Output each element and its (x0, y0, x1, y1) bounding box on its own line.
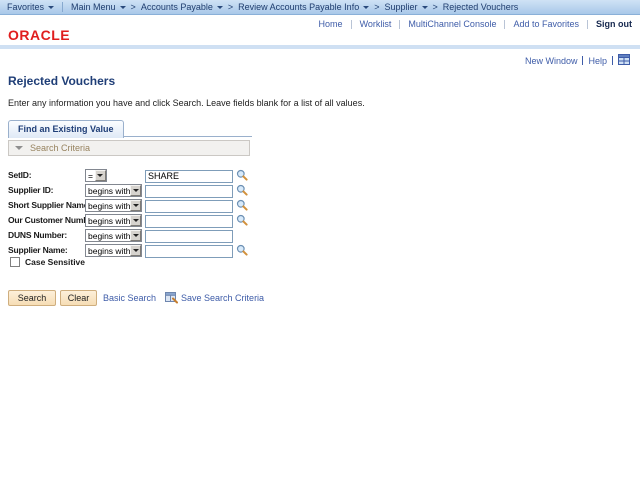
help-link[interactable]: Help (588, 56, 607, 66)
action-bar: Search Clear Basic Search Save Search Cr… (8, 290, 264, 306)
field-label: Short Supplier Name: (8, 200, 91, 210)
breadcrumb-item-rejected-vouchers: Rejected Vouchers (442, 2, 519, 12)
add-to-favorites-link[interactable]: Add to Favorites (513, 19, 579, 29)
search-criteria-label: Search Criteria (30, 143, 91, 153)
field-label: Our Customer Number: (8, 215, 99, 225)
case-sensitive-row: Case Sensitive (10, 257, 85, 267)
select-arrow-icon[interactable] (130, 245, 141, 256)
new-window-grid-icon[interactable] (618, 54, 630, 67)
breadcrumb-item-accounts-payable[interactable]: Accounts Payable (141, 2, 223, 12)
chevron-down-icon (119, 6, 126, 9)
main-menu-label: Main Menu (71, 2, 116, 12)
sign-out-link[interactable]: Sign out (596, 19, 632, 29)
clear-button[interactable]: Clear (60, 290, 97, 306)
chevron-down-icon (216, 6, 223, 9)
save-search-criteria-link[interactable]: Save Search Criteria (181, 293, 264, 303)
field-row-short-supplier-name: Short Supplier Name: begins with (8, 198, 278, 213)
instruction-text: Enter any information you have and click… (8, 98, 365, 108)
page: Favorites Main Menu > Accounts Payable >… (0, 0, 640, 480)
field-label: Supplier ID: (8, 185, 54, 195)
field-row-supplier-id: Supplier ID: begins with (8, 183, 278, 198)
chevron-down-icon (48, 6, 55, 9)
divider (582, 56, 584, 65)
field-label: Supplier Name: (8, 245, 68, 255)
select-arrow-icon[interactable] (130, 185, 141, 196)
tab-bar: Find an Existing Value (8, 119, 252, 138)
chevron-down-icon (363, 6, 370, 9)
select-arrow-icon[interactable] (130, 230, 141, 241)
lookup-icon[interactable] (236, 244, 248, 256)
collapse-triangle-icon (15, 146, 23, 150)
breadcrumb-separator: > (374, 2, 380, 12)
header-divider-band (0, 45, 640, 49)
breadcrumb-separator: > (432, 2, 438, 12)
case-sensitive-label: Case Sensitive (25, 257, 86, 267)
divider (612, 56, 613, 65)
divider (62, 2, 64, 12)
field-row-our-customer-number: Our Customer Number: begins with (8, 213, 278, 228)
page-links: New Window Help (525, 54, 630, 67)
search-button[interactable]: Search (8, 290, 56, 306)
breadcrumb-separator: > (227, 2, 234, 12)
lookup-icon[interactable] (236, 199, 248, 211)
breadcrumb-separator: > (130, 2, 136, 12)
page-title: Rejected Vouchers (8, 74, 116, 88)
select-arrow-icon[interactable] (130, 215, 141, 226)
save-search-icon[interactable] (165, 292, 179, 304)
field-label: SetID: (8, 170, 32, 180)
favorites-label: Favorites (7, 2, 45, 12)
divider (399, 19, 401, 29)
tab-find-existing-value[interactable]: Find an Existing Value (8, 120, 124, 138)
field-row-duns-number: DUNS Number: begins with (8, 228, 278, 243)
supplier-name-input[interactable] (145, 244, 233, 258)
lookup-icon[interactable] (236, 214, 248, 226)
divider (504, 19, 506, 29)
breadcrumb-item-supplier[interactable]: Supplier (384, 2, 428, 12)
home-link[interactable]: Home (319, 19, 343, 29)
lookup-icon[interactable] (236, 184, 248, 196)
field-row-setid: SetID: = (8, 168, 278, 183)
basic-search-link[interactable]: Basic Search (103, 293, 156, 303)
main-menu[interactable]: Main Menu (71, 2, 126, 12)
chevron-down-icon (421, 6, 428, 9)
favorites-menu[interactable]: Favorites (7, 2, 55, 12)
divider (350, 19, 352, 29)
masthead: Home Worklist MultiChannel Console Add t… (0, 15, 640, 45)
breadcrumb: Favorites Main Menu > Accounts Payable >… (0, 0, 640, 15)
case-sensitive-checkbox[interactable] (10, 257, 20, 267)
lookup-icon[interactable] (236, 169, 248, 181)
worklist-link[interactable]: Worklist (360, 19, 392, 29)
multichannel-console-link[interactable]: MultiChannel Console (408, 19, 496, 29)
select-arrow-icon[interactable] (130, 200, 141, 211)
divider (587, 19, 588, 29)
select-arrow-icon[interactable] (94, 170, 106, 181)
new-window-link[interactable]: New Window (525, 56, 578, 66)
operator-select[interactable]: begins with (85, 244, 142, 257)
field-row-supplier-name: Supplier Name: begins with (8, 243, 278, 258)
search-criteria-header[interactable]: Search Criteria (8, 140, 250, 156)
search-form: SetID: = Supplier ID: begins with Short … (8, 168, 278, 258)
oracle-logo: ORACLE (8, 27, 71, 43)
field-label: DUNS Number: (8, 230, 67, 240)
breadcrumb-item-review-ap-info[interactable]: Review Accounts Payable Info (238, 2, 370, 12)
portal-links: Home Worklist MultiChannel Console Add t… (319, 19, 632, 29)
